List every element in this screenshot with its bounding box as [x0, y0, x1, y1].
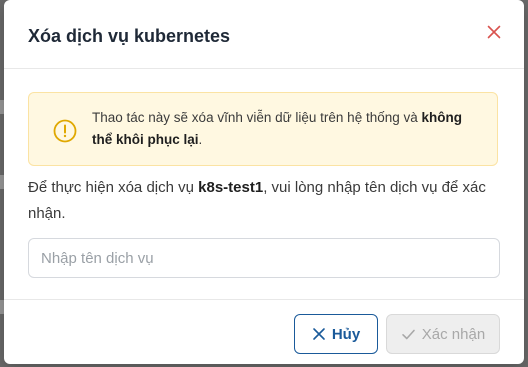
close-icon [487, 25, 501, 39]
dialog-body: Thao tác này sẽ xóa vĩnh viễn dữ liệu tr… [4, 69, 524, 299]
warning-text: Thao tác này sẽ xóa vĩnh viễn dữ liệu tr… [92, 107, 482, 151]
service-name-input[interactable] [28, 238, 500, 278]
dialog-header: Xóa dịch vụ kubernetes [4, 0, 524, 69]
x-icon [313, 328, 325, 340]
service-name: k8s-test1 [198, 179, 264, 196]
instructions-prefix: Để thực hiện xóa dịch vụ [28, 179, 199, 196]
warning-alert: Thao tác này sẽ xóa vĩnh viễn dữ liệu tr… [28, 92, 498, 166]
close-button[interactable] [484, 22, 504, 42]
confirmation-instructions: Để thực hiện xóa dịch vụ k8s-test1, vui … [28, 175, 498, 227]
confirm-label: Xác nhận [421, 325, 486, 343]
delete-service-dialog: Xóa dịch vụ kubernetes Thao tác này sẽ x… [4, 0, 524, 364]
confirm-button[interactable]: Xác nhận [386, 314, 500, 354]
dialog-title: Xóa dịch vụ kubernetes [28, 26, 231, 46]
cancel-label: Hủy [331, 325, 361, 343]
check-icon [401, 329, 415, 339]
exclamation-circle-icon [53, 119, 77, 143]
dialog-footer: Hủy Xác nhận [4, 299, 524, 365]
warning-text-normal: Thao tác này sẽ xóa vĩnh viễn dữ liệu tr… [92, 110, 422, 125]
warning-text-end: . [198, 132, 203, 147]
cancel-button[interactable]: Hủy [294, 314, 378, 354]
